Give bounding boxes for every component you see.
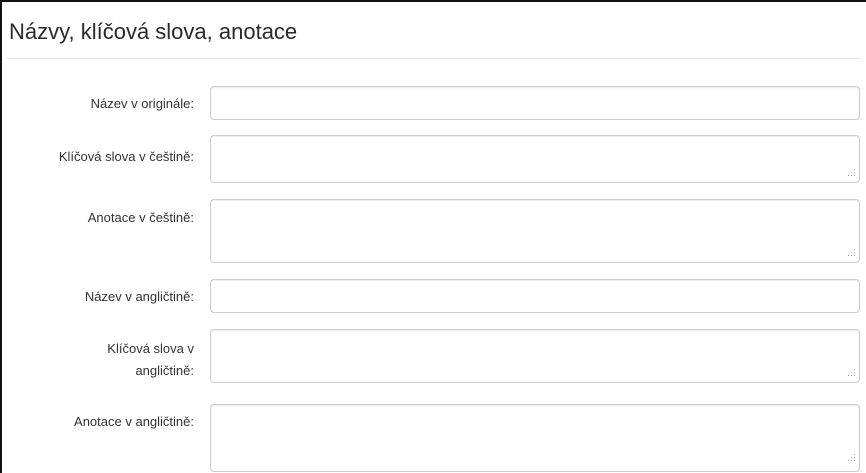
title-original-label: Název v originále:	[90, 96, 194, 111]
abstract-english-label: Anotace v angličtině:	[74, 414, 194, 429]
abstract-czech-textarea[interactable]	[210, 199, 860, 263]
abstract-czech-label: Anotace v češtině:	[87, 210, 194, 225]
keywords-czech-textarea[interactable]	[210, 135, 860, 183]
title-english-label: Název v angličtině:	[84, 289, 194, 304]
title-english-input[interactable]	[210, 279, 860, 313]
keywords-english-label-line1: Klíčová slova v	[107, 341, 194, 356]
panel-title: Názvy, klíčová slova, anotace	[9, 19, 298, 44]
keywords-english-textarea[interactable]	[210, 329, 860, 383]
keywords-czech-label: Klíčová slova v češtině:	[58, 149, 194, 164]
keywords-english-label-line2: angličtině:	[135, 363, 194, 378]
title-divider	[7, 58, 860, 59]
abstract-english-textarea[interactable]	[210, 404, 860, 472]
titles-keywords-abstract-panel: Názvy, klíčová slova, anotace Název v or…	[0, 0, 866, 473]
title-original-input[interactable]	[210, 86, 860, 120]
